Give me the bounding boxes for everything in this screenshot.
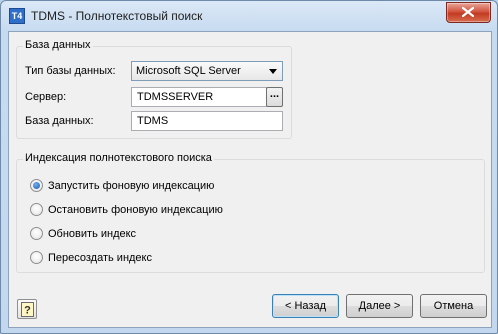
window-title: TDMS - Полнотекстовый поиск — [31, 9, 203, 23]
radio-label: Запустить фоновую индексацию — [48, 180, 215, 192]
help-button[interactable]: ? — [17, 299, 37, 319]
db-name-value: TDMS — [137, 115, 169, 127]
server-label: Сервер: — [25, 91, 67, 103]
next-button[interactable]: Далее > — [346, 294, 413, 318]
indexing-group-legend: Индексация полнотекстового поиска — [23, 152, 214, 164]
server-field[interactable]: TDMSSERVER — [131, 87, 267, 107]
radio-button[interactable] — [30, 227, 43, 240]
server-browse-button[interactable]: ... — [266, 87, 283, 107]
radio-button[interactable] — [30, 251, 43, 264]
db-type-label: Тип базы данных: — [25, 65, 116, 77]
db-type-value: Microsoft SQL Server — [136, 65, 241, 77]
server-value: TDMSSERVER — [137, 91, 214, 103]
dialog-window: T4 TDMS - Полнотекстовый поиск База данн… — [0, 0, 498, 334]
dialog-body: База данных Тип базы данных: Microsoft S… — [8, 31, 492, 328]
radio-label: Пересоздать индекс — [48, 252, 152, 264]
chevron-down-icon — [269, 69, 277, 74]
title-bar[interactable]: T4 TDMS - Полнотекстовый поиск — [1, 1, 497, 31]
close-button[interactable] — [446, 2, 491, 23]
radio-button[interactable] — [30, 179, 43, 192]
help-icon: ? — [21, 302, 34, 317]
db-name-label: База данных: — [25, 115, 94, 127]
cancel-button[interactable]: Отмена — [420, 294, 487, 318]
close-icon — [462, 7, 474, 17]
radio-label: Обновить индекс — [48, 228, 137, 240]
app-logo-text: T4 — [11, 11, 23, 21]
database-group: База данных Тип базы данных: Microsoft S… — [16, 39, 292, 139]
back-button[interactable]: < Назад — [272, 294, 339, 318]
indexing-group: Индексация полнотекстового поиска Запуст… — [16, 152, 485, 273]
radio-button[interactable] — [30, 203, 43, 216]
app-logo-icon: T4 — [9, 8, 25, 24]
database-group-legend: База данных — [23, 39, 93, 51]
radio-label: Остановить фоновую индексацию — [48, 204, 223, 216]
svg-text:?: ? — [24, 305, 31, 317]
db-name-field[interactable]: TDMS — [131, 111, 283, 131]
db-type-select[interactable]: Microsoft SQL Server — [131, 61, 283, 81]
